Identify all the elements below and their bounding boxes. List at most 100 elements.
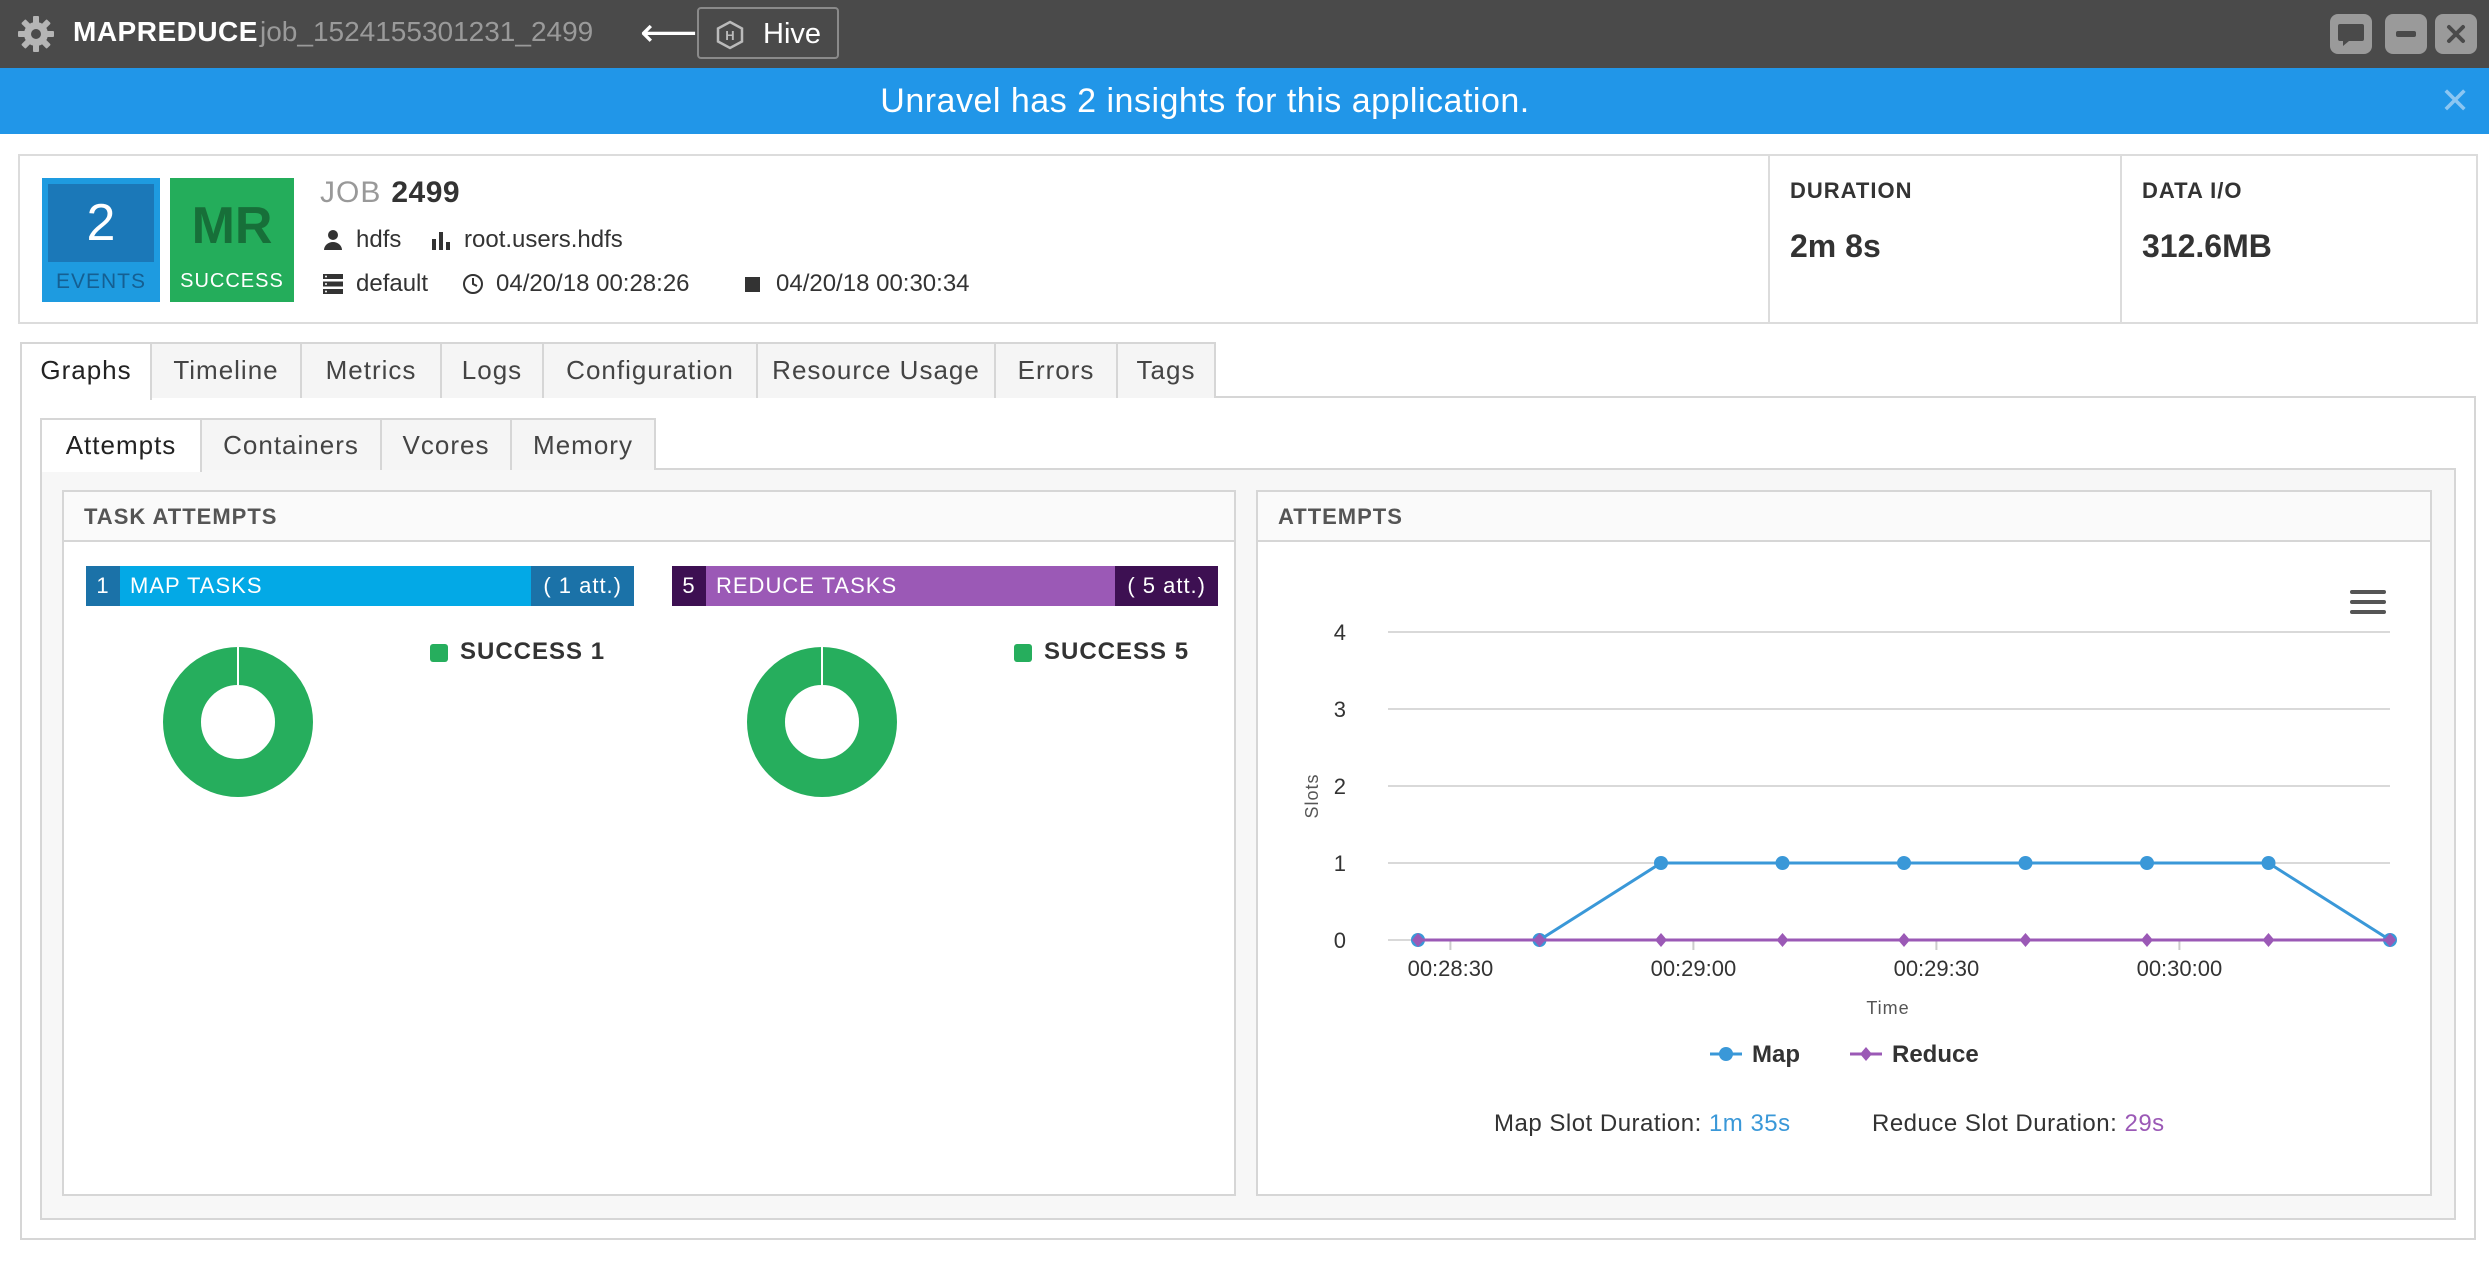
svg-text:H: H	[725, 28, 734, 43]
duration-label: DURATION	[1790, 178, 1913, 203]
tab-errors[interactable]: Errors	[994, 342, 1118, 398]
series-line-map	[1418, 861, 2391, 942]
job-end-time-value: 04/20/18 00:30:34	[776, 270, 970, 297]
comments-button[interactable]	[2330, 14, 2372, 54]
data-point-reduce	[2019, 933, 2032, 947]
banner-close-icon[interactable]: ✕	[2440, 80, 2470, 122]
tab-tags[interactable]: Tags	[1116, 342, 1216, 398]
job-title-prefix: JOB	[320, 176, 382, 209]
reduce-tasks-bar[interactable]: 5 REDUCE TASKS ( 5 att.)	[672, 566, 1218, 606]
y-tick-label: 0	[1334, 928, 1346, 953]
map-tasks-bar[interactable]: 1 MAP TASKS ( 1 att.)	[86, 566, 634, 606]
y-tick-label: 2	[1334, 774, 1346, 799]
data-point-reduce	[2262, 933, 2275, 947]
job-number: 2499	[391, 176, 461, 209]
subtab-containers[interactable]: Containers	[200, 418, 382, 470]
job-queue-value: root.users.hdfs	[464, 226, 623, 253]
attempts-line-chart[interactable]: 0 1 2 3 4 00:28:30 00:29:00 00:29:30 00:30:00 Tim…	[1258, 492, 2430, 1194]
bar-chart-icon	[432, 232, 450, 250]
reduce-task-count: 5	[672, 566, 706, 606]
hive-hexagon-icon: H	[716, 20, 744, 50]
data-point-reduce	[1776, 933, 1789, 947]
tab-resource-usage[interactable]: Resource Usage	[756, 342, 996, 398]
job-start-time-value: 04/20/18 00:28:26	[496, 270, 690, 297]
clock-icon	[463, 274, 483, 294]
data-point-map	[1775, 856, 1790, 870]
user-icon	[324, 230, 342, 250]
data-point-map	[2018, 856, 2033, 870]
tab-logs[interactable]: Logs	[440, 342, 544, 398]
back-arrow-icon[interactable]: ⟵	[640, 10, 697, 56]
legend-label-map: Map	[1752, 1041, 1800, 1068]
subtab-vcores[interactable]: Vcores	[380, 418, 512, 470]
reduce-success-legend-label: SUCCESS 5	[1044, 638, 1190, 665]
map-success-donut[interactable]	[160, 644, 316, 800]
reduce-attempts-count: ( 5 att.)	[1115, 566, 1218, 606]
insights-banner[interactable]: Unravel has 2 insights for this applicat…	[0, 68, 2489, 134]
job-cluster-value: default	[356, 270, 429, 297]
chat-bubble-icon	[2338, 24, 2364, 46]
events-badge[interactable]: 2 EVENTS	[42, 178, 160, 302]
data-io-label: DATA I/O	[2142, 178, 2243, 203]
reduce-slot-duration-label: Reduce Slot Duration:	[1872, 1110, 2118, 1137]
tab-timeline[interactable]: Timeline	[150, 342, 302, 398]
data-io-value: 312.6MB	[2142, 228, 2272, 264]
y-tick-label: 3	[1334, 697, 1346, 722]
title-bar: MAPREDUCE job_1524155301231_2499 ⟵ H Hiv…	[0, 0, 2489, 68]
job-user-value: hdfs	[356, 226, 402, 253]
map-slot-duration: Map Slot Duration: 1m 35s	[1494, 1110, 1791, 1138]
data-point-reduce	[1898, 933, 1910, 947]
job-id-label: job_1524155301231_2499	[260, 16, 594, 47]
reduce-slot-duration-value: 29s	[2124, 1110, 2165, 1137]
insights-message[interactable]: Unravel has 2 insights for this applicat…	[0, 82, 2410, 121]
close-window-button[interactable]	[2435, 14, 2477, 54]
data-point-map	[1897, 856, 1911, 870]
map-tasks-label: MAP TASKS	[130, 573, 263, 598]
tab-configuration[interactable]: Configuration	[542, 342, 758, 398]
app-type-label: MAPREDUCE	[73, 16, 258, 47]
x-tick-label: 00:30:00	[2137, 956, 2223, 981]
job-kind-code: MR	[191, 197, 273, 255]
stat-divider	[1768, 156, 1770, 322]
x-tick-label: 00:29:30	[1894, 956, 1980, 981]
close-icon	[2447, 25, 2465, 43]
reduce-tasks-label: REDUCE TASKS	[716, 573, 898, 598]
events-label: EVENTS	[55, 270, 147, 293]
x-axis-title: Time	[1866, 998, 1909, 1018]
success-swatch	[430, 644, 448, 662]
gear-icon[interactable]	[16, 14, 56, 54]
data-point-reduce	[2141, 933, 2153, 947]
legend-marker-reduce	[1860, 1047, 1872, 1061]
legend-marker-map	[1719, 1047, 1733, 1061]
x-tick-label: 00:29:00	[1651, 956, 1737, 981]
data-point-reduce	[1655, 933, 1667, 947]
y-axis-title: Slots	[1302, 773, 1322, 818]
parent-hive-button[interactable]: H Hive	[697, 7, 839, 59]
tab-graphs[interactable]: Graphs	[20, 342, 152, 400]
hive-button-label: Hive	[763, 18, 822, 50]
duration-value: 2m 8s	[1790, 228, 1881, 264]
legend-label-reduce: Reduce	[1892, 1041, 1979, 1068]
reduce-success-donut[interactable]	[744, 644, 900, 800]
minus-icon	[2396, 31, 2416, 37]
map-task-count: 1	[86, 566, 120, 606]
attempts-chart-card: ATTEMPTS 0 1 2 3 4 00:28:30 00:29:00 00:29:30 00…	[1256, 490, 2432, 1196]
data-point-map	[2261, 856, 2276, 870]
task-attempts-title: TASK ATTEMPTS	[64, 492, 1234, 542]
y-tick-label: 4	[1334, 620, 1346, 645]
data-point-map	[1654, 856, 1668, 870]
map-success-legend-label: SUCCESS 1	[460, 638, 606, 665]
map-attempts-count: ( 1 att.)	[531, 566, 634, 606]
success-swatch	[1014, 644, 1032, 662]
job-title: JOB 2499	[320, 176, 460, 210]
status-label: SUCCESS	[180, 270, 284, 292]
job-summary-card: 2 EVENTS MR SUCCESS JOB 2499 hdfs root.us…	[18, 154, 2478, 324]
task-attempts-card: TASK ATTEMPTS 1 MAP TASKS ( 1 att.) 5 RE…	[62, 490, 1236, 1196]
minimize-button[interactable]	[2385, 14, 2427, 54]
data-point-map	[2140, 856, 2154, 870]
stat-divider	[2120, 156, 2122, 322]
tab-metrics[interactable]: Metrics	[300, 342, 442, 398]
subtab-attempts[interactable]: Attempts	[40, 418, 202, 472]
subtab-memory[interactable]: Memory	[510, 418, 656, 470]
stop-square-icon	[745, 277, 760, 292]
